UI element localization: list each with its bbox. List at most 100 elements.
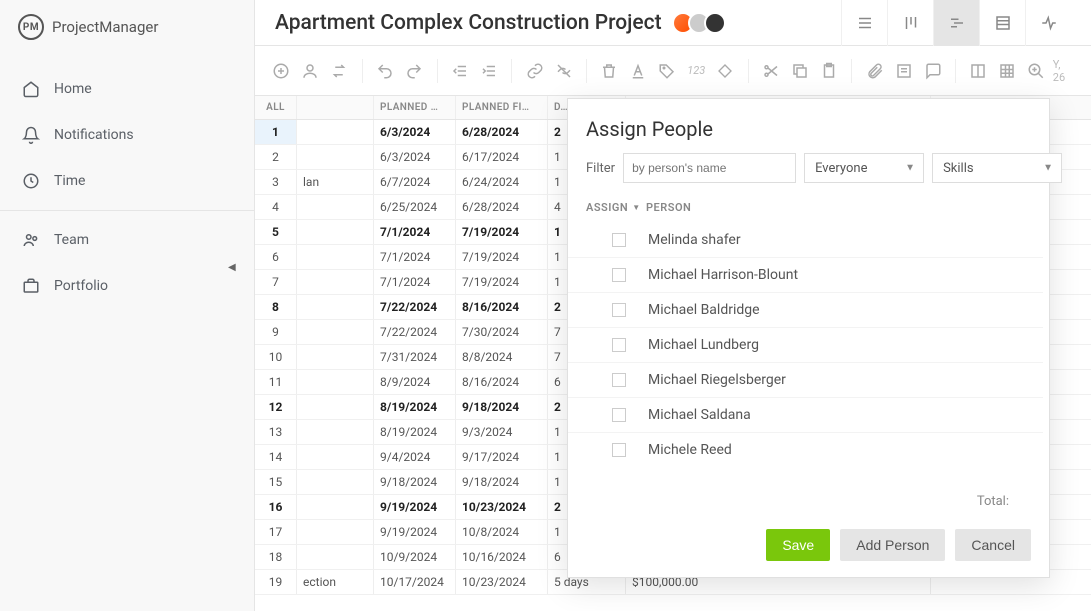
planned-start-cell[interactable]: 7/22/2024 xyxy=(374,320,456,344)
view-gantt-button[interactable] xyxy=(933,0,979,46)
planned-finish-cell[interactable]: 7/19/2024 xyxy=(456,245,548,269)
col-all[interactable]: ALL xyxy=(255,96,297,119)
planned-finish-cell[interactable]: 10/8/2024 xyxy=(456,520,548,544)
swap-button[interactable] xyxy=(327,57,352,85)
tag-button[interactable] xyxy=(655,57,680,85)
task-name-cell[interactable] xyxy=(297,520,374,544)
nav-portfolio[interactable]: Portfolio xyxy=(0,263,254,309)
nav-team[interactable]: Team xyxy=(0,217,254,263)
planned-finish-cell[interactable]: 6/24/2024 xyxy=(456,170,548,194)
task-name-cell[interactable] xyxy=(297,220,374,244)
task-name-cell[interactable] xyxy=(297,195,374,219)
redo-button[interactable] xyxy=(402,57,427,85)
person-row[interactable]: Michael Riegelsberger xyxy=(568,362,1043,397)
planned-finish-cell[interactable]: 8/16/2024 xyxy=(456,370,548,394)
assign-checkbox[interactable] xyxy=(612,303,626,317)
col-assign-label[interactable]: ASSIGN ▼ xyxy=(586,201,646,214)
comment-button[interactable] xyxy=(920,57,945,85)
planned-finish-cell[interactable]: 7/19/2024 xyxy=(456,270,548,294)
planned-start-cell[interactable]: 7/22/2024 xyxy=(374,295,456,319)
task-name-cell[interactable]: lan xyxy=(297,170,374,194)
nav-time[interactable]: Time xyxy=(0,158,254,204)
add-task-button[interactable] xyxy=(269,57,294,85)
save-button[interactable]: Save xyxy=(766,529,830,561)
person-row[interactable]: Michael Harrison-Blount xyxy=(568,257,1043,292)
planned-start-cell[interactable]: 10/9/2024 xyxy=(374,545,456,569)
planned-start-cell[interactable]: 6/7/2024 xyxy=(374,170,456,194)
unlink-button[interactable] xyxy=(551,57,576,85)
nav-notifications[interactable]: Notifications xyxy=(0,112,254,158)
link-button[interactable] xyxy=(522,57,547,85)
task-name-cell[interactable] xyxy=(297,270,374,294)
task-name-cell[interactable] xyxy=(297,245,374,269)
planned-start-cell[interactable]: 9/4/2024 xyxy=(374,445,456,469)
task-name-cell[interactable] xyxy=(297,320,374,344)
planned-finish-cell[interactable]: 6/28/2024 xyxy=(456,120,548,144)
task-name-cell[interactable] xyxy=(297,445,374,469)
planned-start-cell[interactable]: 10/17/2024 xyxy=(374,570,456,594)
planned-start-cell[interactable]: 6/25/2024 xyxy=(374,195,456,219)
columns-button[interactable] xyxy=(966,57,991,85)
person-row[interactable]: Melinda shafer xyxy=(568,222,1043,257)
col-person-label[interactable]: PERSON xyxy=(646,201,691,214)
task-name-cell[interactable] xyxy=(297,370,374,394)
person-row[interactable]: Michael Saldana xyxy=(568,397,1043,432)
avatar[interactable] xyxy=(704,12,726,34)
task-name-cell[interactable] xyxy=(297,120,374,144)
planned-start-cell[interactable]: 7/1/2024 xyxy=(374,270,456,294)
assign-checkbox[interactable] xyxy=(612,408,626,422)
person-row[interactable]: Michael Baldridge xyxy=(568,292,1043,327)
assign-checkbox[interactable] xyxy=(612,443,626,457)
assign-checkbox[interactable] xyxy=(612,268,626,282)
person-row[interactable]: Michael Lundberg xyxy=(568,327,1043,362)
task-name-cell[interactable] xyxy=(297,420,374,444)
paste-button[interactable] xyxy=(816,57,841,85)
planned-start-cell[interactable]: 9/19/2024 xyxy=(374,495,456,519)
cancel-button[interactable]: Cancel xyxy=(955,529,1031,561)
collapse-sidebar-icon[interactable]: ◀ xyxy=(228,262,236,273)
task-name-cell[interactable] xyxy=(297,545,374,569)
delete-button[interactable] xyxy=(597,57,622,85)
planned-start-cell[interactable]: 6/3/2024 xyxy=(374,120,456,144)
view-board-button[interactable] xyxy=(887,0,933,46)
planned-finish-cell[interactable]: 10/16/2024 xyxy=(456,545,548,569)
cut-button[interactable] xyxy=(759,57,784,85)
view-sheet-button[interactable] xyxy=(979,0,1025,46)
planned-finish-cell[interactable]: 6/17/2024 xyxy=(456,145,548,169)
percent-button[interactable]: 123 xyxy=(684,57,709,85)
col-planned-finish[interactable]: PLANNED FI… xyxy=(456,96,548,119)
planned-finish-cell[interactable]: 7/30/2024 xyxy=(456,320,548,344)
assign-button[interactable] xyxy=(298,57,323,85)
task-name-cell[interactable] xyxy=(297,295,374,319)
planned-start-cell[interactable]: 9/19/2024 xyxy=(374,520,456,544)
grid-button[interactable] xyxy=(995,57,1020,85)
task-name-cell[interactable] xyxy=(297,495,374,519)
planned-finish-cell[interactable]: 9/18/2024 xyxy=(456,470,548,494)
planned-start-cell[interactable]: 7/1/2024 xyxy=(374,220,456,244)
outdent-button[interactable] xyxy=(447,57,472,85)
planned-start-cell[interactable]: 6/3/2024 xyxy=(374,145,456,169)
assign-checkbox[interactable] xyxy=(612,233,626,247)
planned-start-cell[interactable]: 7/1/2024 xyxy=(374,245,456,269)
planned-finish-cell[interactable]: 10/23/2024 xyxy=(456,570,548,594)
planned-finish-cell[interactable]: 8/16/2024 xyxy=(456,295,548,319)
add-person-button[interactable]: Add Person xyxy=(840,529,945,561)
view-list-button[interactable] xyxy=(841,0,887,46)
planned-finish-cell[interactable]: 9/17/2024 xyxy=(456,445,548,469)
copy-button[interactable] xyxy=(788,57,813,85)
task-name-cell[interactable] xyxy=(297,145,374,169)
planned-finish-cell[interactable]: 8/8/2024 xyxy=(456,345,548,369)
task-name-cell[interactable] xyxy=(297,345,374,369)
planned-start-cell[interactable]: 9/18/2024 xyxy=(374,470,456,494)
planned-start-cell[interactable]: 8/9/2024 xyxy=(374,370,456,394)
task-name-cell[interactable] xyxy=(297,395,374,419)
col-name[interactable] xyxy=(297,96,374,119)
planned-finish-cell[interactable]: 9/3/2024 xyxy=(456,420,548,444)
task-name-cell[interactable]: ection xyxy=(297,570,374,594)
text-color-button[interactable] xyxy=(626,57,651,85)
planned-finish-cell[interactable]: 10/23/2024 xyxy=(456,495,548,519)
milestone-button[interactable] xyxy=(713,57,738,85)
attach-button[interactable] xyxy=(862,57,887,85)
filter-skills-select[interactable]: Skills ▼ xyxy=(932,153,1062,183)
planned-start-cell[interactable]: 8/19/2024 xyxy=(374,395,456,419)
